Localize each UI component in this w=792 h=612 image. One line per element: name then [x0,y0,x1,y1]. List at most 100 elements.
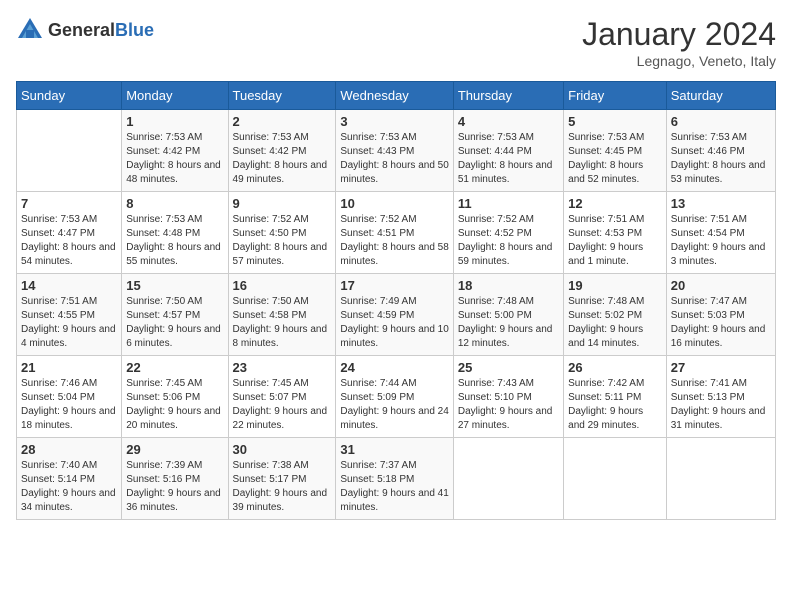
day-info: Sunrise: 7:53 AMSunset: 4:44 PMDaylight:… [458,131,559,187]
logo: GeneralBlue [16,16,154,44]
calendar-cell [453,438,563,520]
weekday-header-thursday: Thursday [453,82,563,110]
week-row-5: 28Sunrise: 7:40 AMSunset: 5:14 PMDayligh… [17,438,776,520]
day-info: Sunrise: 7:53 AMSunset: 4:43 PMDaylight:… [340,131,448,187]
calendar-cell: 20 Sunrise: 7:47 AMSunset: 5:03 PMDayligh… [666,274,775,356]
week-row-3: 14 Sunrise: 7:51 AMSunset: 4:55 PMDayligh… [17,274,776,356]
calendar-cell: 14 Sunrise: 7:51 AMSunset: 4:55 PMDayligh… [17,274,122,356]
day-number: 20 [671,278,771,293]
calendar-cell: 15Sunrise: 7:50 AMSunset: 4:57 PMDayligh… [122,274,228,356]
day-number: 13 [671,196,771,211]
calendar-cell: 23Sunrise: 7:45 AMSunset: 5:07 PMDayligh… [228,356,336,438]
day-info: Sunrise: 7:53 AMSunset: 4:47 PMDaylight:… [21,213,117,269]
day-number: 11 [458,196,559,211]
calendar-cell: 31 Sunrise: 7:37 AMSunset: 5:18 PMDayligh… [336,438,453,520]
calendar-cell: 27 Sunrise: 7:41 AMSunset: 5:13 PMDayligh… [666,356,775,438]
calendar-cell [666,438,775,520]
day-info: Sunrise: 7:38 AMSunset: 5:17 PMDaylight:… [233,459,332,515]
week-row-1: 1 Sunrise: 7:53 AMSunset: 4:42 PMDaylight… [17,110,776,192]
logo-icon [16,16,44,44]
day-info: Sunrise: 7:53 AMSunset: 4:46 PMDaylight:… [671,131,771,187]
day-number: 14 [21,278,117,293]
day-number: 10 [340,196,448,211]
calendar-cell: 12 Sunrise: 7:51 AMSunset: 4:53 PMDayligh… [564,192,667,274]
calendar-cell: 28Sunrise: 7:40 AMSunset: 5:14 PMDayligh… [17,438,122,520]
calendar-cell: 13 Sunrise: 7:51 AMSunset: 4:54 PMDayligh… [666,192,775,274]
day-number: 31 [340,442,448,457]
day-info: Sunrise: 7:41 AMSunset: 5:13 PMDaylight:… [671,377,771,433]
logo-text: GeneralBlue [48,20,154,41]
day-info: Sunrise: 7:49 AMSunset: 4:59 PMDaylight:… [340,295,448,351]
day-number: 4 [458,114,559,129]
day-number: 26 [568,360,662,375]
day-number: 25 [458,360,559,375]
calendar-cell: 4 Sunrise: 7:53 AMSunset: 4:44 PMDaylight… [453,110,563,192]
calendar-cell [564,438,667,520]
day-info: Sunrise: 7:44 AMSunset: 5:09 PMDaylight:… [340,377,448,433]
day-info: Sunrise: 7:50 AMSunset: 4:58 PMDaylight:… [233,295,332,351]
day-number: 7 [21,196,117,211]
calendar-cell: 5Sunrise: 7:53 AMSunset: 4:45 PMDaylight… [564,110,667,192]
day-info: Sunrise: 7:51 AMSunset: 4:53 PMDaylight:… [568,213,662,269]
day-number: 6 [671,114,771,129]
day-info: Sunrise: 7:39 AMSunset: 5:16 PMDaylight:… [126,459,223,515]
calendar-cell: 17 Sunrise: 7:49 AMSunset: 4:59 PMDayligh… [336,274,453,356]
day-number: 12 [568,196,662,211]
logo-blue: Blue [115,20,154,40]
day-number: 2 [233,114,332,129]
day-info: Sunrise: 7:53 AMSunset: 4:48 PMDaylight:… [126,213,223,269]
day-info: Sunrise: 7:51 AMSunset: 4:55 PMDaylight:… [21,295,117,351]
calendar-cell: 26 Sunrise: 7:42 AMSunset: 5:11 PMDayligh… [564,356,667,438]
calendar-cell [17,110,122,192]
day-number: 16 [233,278,332,293]
calendar-cell: 9Sunrise: 7:52 AMSunset: 4:50 PMDaylight… [228,192,336,274]
day-number: 24 [340,360,448,375]
logo-general: General [48,20,115,40]
day-info: Sunrise: 7:48 AMSunset: 5:02 PMDaylight:… [568,295,662,351]
calendar-cell: 19 Sunrise: 7:48 AMSunset: 5:02 PMDayligh… [564,274,667,356]
calendar-cell: 7 Sunrise: 7:53 AMSunset: 4:47 PMDaylight… [17,192,122,274]
calendar-cell: 10Sunrise: 7:52 AMSunset: 4:51 PMDayligh… [336,192,453,274]
day-number: 17 [340,278,448,293]
day-number: 28 [21,442,117,457]
weekday-header-wednesday: Wednesday [336,82,453,110]
calendar-cell: 8Sunrise: 7:53 AMSunset: 4:48 PMDaylight… [122,192,228,274]
weekday-header-saturday: Saturday [666,82,775,110]
week-row-2: 7 Sunrise: 7:53 AMSunset: 4:47 PMDaylight… [17,192,776,274]
day-info: Sunrise: 7:45 AMSunset: 5:06 PMDaylight:… [126,377,223,433]
weekday-header-friday: Friday [564,82,667,110]
day-number: 27 [671,360,771,375]
day-number: 21 [21,360,117,375]
day-number: 3 [340,114,448,129]
day-number: 1 [126,114,223,129]
calendar-cell: 1Sunrise: 7:53 AMSunset: 4:42 PMDaylight… [122,110,228,192]
day-info: Sunrise: 7:51 AMSunset: 4:54 PMDaylight:… [671,213,771,269]
day-info: Sunrise: 7:43 AMSunset: 5:10 PMDaylight:… [458,377,559,433]
day-info: Sunrise: 7:42 AMSunset: 5:11 PMDaylight:… [568,377,662,433]
day-number: 22 [126,360,223,375]
calendar-cell: 25 Sunrise: 7:43 AMSunset: 5:10 PMDayligh… [453,356,563,438]
page-header: GeneralBlue January 2024 Legnago, Veneto… [16,16,776,69]
day-number: 30 [233,442,332,457]
calendar-cell: 18Sunrise: 7:48 AMSunset: 5:00 PMDayligh… [453,274,563,356]
day-number: 29 [126,442,223,457]
weekday-header-sunday: Sunday [17,82,122,110]
day-info: Sunrise: 7:46 AMSunset: 5:04 PMDaylight:… [21,377,117,433]
calendar-cell: 24 Sunrise: 7:44 AMSunset: 5:09 PMDayligh… [336,356,453,438]
week-row-4: 21 Sunrise: 7:46 AMSunset: 5:04 PMDayligh… [17,356,776,438]
calendar-cell: 29 Sunrise: 7:39 AMSunset: 5:16 PMDayligh… [122,438,228,520]
calendar-cell: 16 Sunrise: 7:50 AMSunset: 4:58 PMDayligh… [228,274,336,356]
day-info: Sunrise: 7:47 AMSunset: 5:03 PMDaylight:… [671,295,771,351]
day-number: 19 [568,278,662,293]
day-number: 9 [233,196,332,211]
day-info: Sunrise: 7:48 AMSunset: 5:00 PMDaylight:… [458,295,559,351]
calendar-cell: 11Sunrise: 7:52 AMSunset: 4:52 PMDayligh… [453,192,563,274]
day-info: Sunrise: 7:50 AMSunset: 4:57 PMDaylight:… [126,295,223,351]
weekday-header-tuesday: Tuesday [228,82,336,110]
day-info: Sunrise: 7:53 AMSunset: 4:42 PMDaylight:… [233,131,332,187]
day-info: Sunrise: 7:37 AMSunset: 5:18 PMDaylight:… [340,459,448,515]
calendar-cell: 21 Sunrise: 7:46 AMSunset: 5:04 PMDayligh… [17,356,122,438]
calendar-table: SundayMondayTuesdayWednesdayThursdayFrid… [16,81,776,520]
calendar-cell: 2 Sunrise: 7:53 AMSunset: 4:42 PMDaylight… [228,110,336,192]
location-title: Legnago, Veneto, Italy [582,53,776,69]
